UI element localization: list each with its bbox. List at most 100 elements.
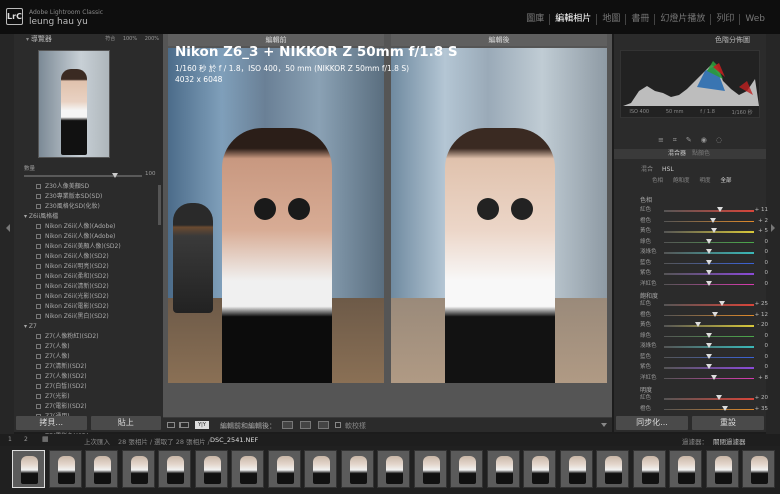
filmstrip-thumbnail[interactable] (450, 450, 483, 488)
slider-value[interactable]: 0 (765, 238, 769, 247)
preset-item[interactable]: Z7(人像) (14, 352, 163, 362)
filmstrip-thumbnail[interactable] (413, 450, 447, 488)
preset-item[interactable]: Z7(電影)(SD2) (14, 402, 163, 412)
filmstrip-thumbnail[interactable] (523, 450, 556, 488)
slider-value[interactable]: + 12 (755, 311, 768, 320)
preset-item[interactable]: Nikon Z6ii(清新)(SD2) (14, 282, 163, 292)
preset-item[interactable]: Nikon Z6ii(柔和)(SD2) (14, 272, 163, 282)
filmstrip-thumbnail[interactable] (742, 450, 775, 488)
filmstrip-thumbnail[interactable] (121, 450, 155, 488)
hue-slider-row[interactable]: 橙色 + 2 (640, 217, 768, 226)
slider-track[interactable] (664, 398, 754, 400)
slider-value[interactable]: + 35 (755, 405, 768, 414)
sliders-icon[interactable]: ≡ (658, 134, 664, 146)
zoom-200[interactable]: 200% (145, 36, 159, 42)
hue-slider-row[interactable]: 紫色 0 (640, 269, 768, 278)
slider-knob[interactable] (716, 207, 723, 212)
module-slideshow[interactable]: 幻燈片播放 (655, 14, 712, 25)
slider-knob[interactable] (718, 301, 725, 306)
hue-slider-row[interactable]: 藍色 0 (640, 259, 768, 268)
module-library[interactable]: 圖庫 (521, 14, 551, 25)
subtab-luminance[interactable]: 明度 (700, 177, 711, 186)
preset-item[interactable]: Z30人像美顏SD (14, 182, 163, 192)
filter-select[interactable]: 關閉過濾器 (713, 436, 746, 446)
compare-view-icon[interactable] (179, 422, 189, 428)
swap-icon[interactable] (282, 421, 293, 429)
slider-value[interactable]: 0 (765, 353, 769, 362)
preset-item[interactable]: Z7(人像)(SD2) (14, 372, 163, 382)
module-print[interactable]: 列印 (711, 14, 741, 25)
filmstrip-thumbnail[interactable] (267, 450, 301, 488)
filmstrip-thumbnail[interactable] (85, 450, 118, 488)
slider-value[interactable]: 0 (765, 332, 769, 341)
preset-item[interactable]: Z7(白皙)(SD2) (14, 382, 163, 392)
slider-knob[interactable] (706, 270, 712, 275)
slider-knob[interactable] (706, 238, 712, 244)
module-map[interactable]: 地圖 (597, 14, 627, 25)
filmstrip-thumbnail[interactable] (632, 450, 666, 488)
amount-slider-knob[interactable] (112, 173, 118, 178)
preset-item[interactable]: Z30專業版本SD(SD) (14, 192, 163, 202)
preset-group[interactable]: ▾ Z7 (14, 322, 163, 332)
slider-value[interactable]: + 2 (758, 217, 768, 226)
slider-knob[interactable] (706, 353, 712, 359)
loupe-view-icon[interactable] (167, 422, 175, 428)
filmstrip-thumbnail[interactable] (12, 450, 45, 488)
hue-slider-row[interactable]: 紅色 + 11 (640, 206, 768, 215)
sat-slider-row[interactable]: 橙色 + 12 (640, 311, 768, 320)
slider-knob[interactable] (715, 395, 722, 400)
slider-value[interactable]: 0 (765, 259, 769, 268)
copy-after-icon[interactable] (318, 421, 329, 429)
sat-slider-row[interactable]: 洋紅色 + 8 (640, 374, 768, 383)
preset-item[interactable]: Nikon Z6ii(美顏人像)(SD2) (14, 242, 163, 252)
module-develop[interactable]: 編輯相片 (550, 14, 598, 25)
slider-track[interactable] (664, 231, 754, 233)
healing-icon[interactable]: ✎ (686, 134, 692, 146)
amount-slider-track[interactable] (24, 175, 142, 177)
zoom-100[interactable]: 100% (123, 36, 137, 42)
slider-knob[interactable] (706, 343, 712, 348)
zoom-fit[interactable]: 符合 (105, 36, 115, 42)
slider-knob[interactable] (706, 364, 712, 369)
preset-item[interactable]: Nikon Z6ii(黑白)(SD2) (14, 312, 163, 322)
slider-knob[interactable] (712, 311, 719, 317)
slider-track[interactable] (664, 304, 754, 306)
slider-value[interactable]: + 20 (755, 394, 768, 403)
before-after-mode[interactable]: Y|Y (195, 421, 209, 429)
copy-before-icon[interactable] (300, 421, 311, 429)
preset-group[interactable]: ▾ Z6ii風格檔 (14, 212, 163, 222)
module-web[interactable]: Web (740, 14, 770, 25)
toolbar-menu-icon[interactable] (601, 423, 607, 427)
filmstrip-thumbnail[interactable] (559, 450, 593, 488)
histogram-title[interactable]: 色階分佈圖 (614, 34, 766, 46)
filmstrip-thumbnail[interactable] (705, 450, 739, 488)
slider-value[interactable]: + 8 (758, 374, 768, 383)
histogram[interactable]: ISO 400 50 mm f / 1.8 1/160 秒 (620, 50, 760, 118)
preset-item[interactable]: Z7(人像) (14, 342, 163, 352)
sat-slider-row[interactable]: 藍色 0 (640, 353, 768, 362)
collapse-left-icon[interactable] (6, 224, 10, 232)
subtab-all[interactable]: 全部 (721, 177, 732, 186)
slider-value[interactable]: 0 (765, 363, 769, 372)
preset-item[interactable]: Nikon Z6ii(人像)(Adobe) (14, 222, 163, 232)
tab-mixer[interactable]: 混合器 (668, 149, 686, 159)
preset-item[interactable]: Nikon Z6ii(人像)(SD2) (14, 252, 163, 262)
slider-knob[interactable] (722, 405, 729, 411)
slider-knob[interactable] (706, 332, 712, 338)
filmstrip-thumbnail[interactable] (194, 450, 228, 488)
slider-value[interactable]: + 5 (758, 227, 768, 236)
subtab-saturation[interactable]: 飽和度 (673, 177, 690, 186)
grid-icon[interactable]: ▦ (42, 435, 49, 443)
lum-slider-row[interactable]: 紅色 + 20 (640, 394, 768, 403)
slider-knob[interactable] (711, 228, 718, 233)
sat-slider-row[interactable]: 黃色 - 20 (640, 321, 768, 330)
filmstrip-thumbnail[interactable] (340, 450, 374, 488)
filmstrip-thumbnail[interactable] (304, 450, 337, 488)
slider-value[interactable]: 0 (765, 248, 769, 257)
preset-item[interactable]: Nikon Z6ii(明亮)(SD2) (14, 262, 163, 272)
presets-scrollbar[interactable] (158, 185, 161, 225)
sat-slider-row[interactable]: 淺綠色 0 (640, 342, 768, 351)
paste-button[interactable]: 貼上 (90, 416, 161, 430)
filmstrip-thumbnail[interactable] (486, 450, 520, 488)
slider-value[interactable]: + 11 (755, 206, 768, 215)
